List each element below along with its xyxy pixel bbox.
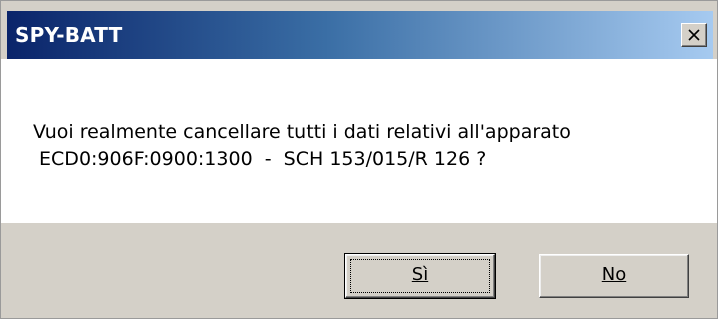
message-text: Vuoi realmente cancellare tutti i dati r… xyxy=(33,119,571,173)
close-icon xyxy=(688,29,700,41)
no-button[interactable]: No xyxy=(539,254,689,298)
message-line-2: ECD0:906F:0900:1300 - SCH 153/015/R 126 … xyxy=(33,148,487,170)
focus-rectangle xyxy=(350,259,490,293)
confirm-dialog: SPY-BATT Vuoi realmente cancellare tutti… xyxy=(0,0,718,319)
button-bar: Sì No xyxy=(1,223,717,318)
yes-button[interactable]: Sì xyxy=(344,253,496,299)
close-button[interactable] xyxy=(681,23,707,47)
title-bar: SPY-BATT xyxy=(7,11,713,59)
message-line-1: Vuoi realmente cancellare tutti i dati r… xyxy=(33,121,571,143)
message-area: Vuoi realmente cancellare tutti i dati r… xyxy=(1,59,717,223)
dialog-title: SPY-BATT xyxy=(15,23,123,47)
no-button-label: No xyxy=(601,264,627,285)
